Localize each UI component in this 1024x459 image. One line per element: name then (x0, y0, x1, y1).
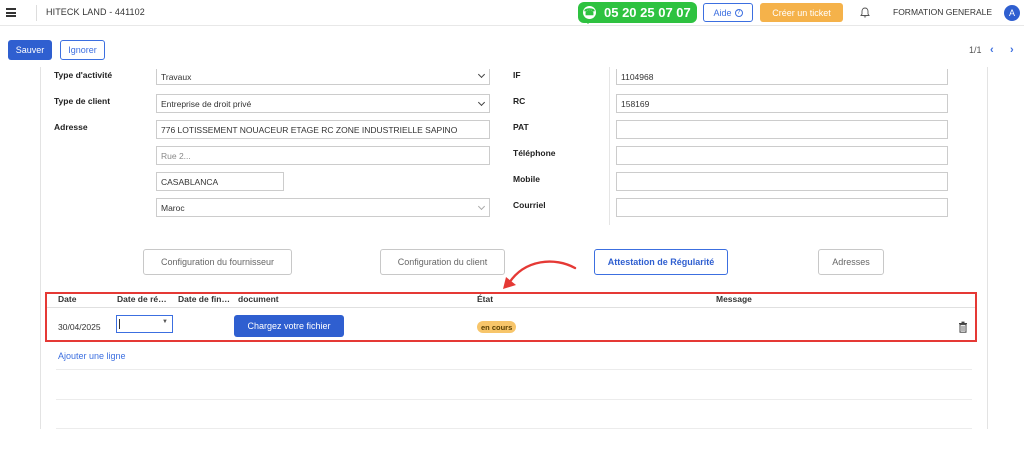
user-name[interactable]: FORMATION GENERALE (893, 7, 992, 17)
column-header-status[interactable]: État (477, 294, 493, 304)
row-divider (56, 428, 972, 429)
column-header-start-date[interactable]: Date de ré… (117, 294, 167, 304)
if-label: IF (513, 70, 521, 80)
text-cursor (119, 319, 120, 329)
tab-client-config[interactable]: Configuration du client (380, 249, 505, 275)
support-phone-badge[interactable]: ☎ 05 20 25 07 07 (578, 2, 697, 23)
row-divider (56, 399, 972, 400)
pat-label: PAT (513, 122, 529, 132)
status-badge: en cours (477, 321, 517, 333)
rc-input[interactable]: 158169 (616, 94, 948, 113)
chevron-down-icon (477, 202, 486, 211)
activity-type-label: Type d'activité (54, 70, 113, 80)
dropdown-arrow-icon: ▼ (162, 319, 168, 325)
client-type-value: Entreprise de droit privé (161, 98, 252, 109)
company-name[interactable]: HITECK LAND - 441102 (46, 7, 145, 17)
ignore-button[interactable]: Ignorer (60, 40, 105, 60)
header-divider (47, 307, 975, 308)
action-bar: Sauver Ignorer 1/1 ‹ › (0, 27, 1024, 67)
mobile-label: Mobile (513, 174, 540, 184)
tab-supplier-config[interactable]: Configuration du fournisseur (143, 249, 292, 275)
upload-file-button[interactable]: Chargez votre fichier (234, 315, 344, 337)
column-header-end-date[interactable]: Date de fin… (178, 294, 230, 304)
address-line1-input[interactable]: 776 LOTISSEMENT NOUACEUR ETAGE RC ZONE I… (156, 120, 490, 139)
column-divider (609, 67, 610, 225)
email-label: Courriel (513, 200, 546, 210)
headset-icon: ☎ (583, 6, 596, 19)
chevron-down-icon (477, 98, 486, 107)
top-bar: HITECK LAND - 441102 ☎ 05 20 25 07 07 Ai… (0, 0, 1024, 26)
chevron-right-icon[interactable]: › (1010, 44, 1014, 56)
pat-input[interactable] (616, 120, 948, 139)
row-date[interactable]: 30/04/2025 (58, 322, 101, 332)
activity-type-value: Travaux (161, 71, 192, 82)
start-date-input[interactable]: ▼ (116, 315, 173, 333)
country-select[interactable]: Maroc (156, 198, 490, 217)
address-label: Adresse (54, 122, 88, 132)
client-type-label: Type de client (54, 96, 111, 106)
column-header-date[interactable]: Date (58, 294, 76, 304)
column-header-message[interactable]: Message (716, 294, 752, 304)
help-button-label: Aide (713, 7, 732, 18)
add-line-link[interactable]: Ajouter une ligne (58, 351, 126, 361)
chevron-left-icon[interactable]: ‹ (990, 44, 994, 56)
user-avatar[interactable]: A (1004, 5, 1020, 21)
phone-input[interactable] (616, 146, 948, 165)
help-button[interactable]: Aide ? (703, 3, 753, 22)
divider (36, 5, 37, 21)
chevron-down-icon (477, 70, 486, 79)
tab-regularity-certificate[interactable]: Attestation de Régularité (594, 249, 728, 275)
row-divider (56, 369, 972, 370)
mobile-input[interactable] (616, 172, 948, 191)
tab-addresses[interactable]: Adresses (818, 249, 884, 275)
create-ticket-button[interactable]: Créer un ticket (760, 3, 843, 22)
trash-icon[interactable] (958, 321, 968, 333)
bell-icon[interactable] (860, 7, 870, 21)
phone-label: Téléphone (513, 148, 556, 158)
if-input[interactable]: 1104968 (616, 69, 948, 85)
column-header-document[interactable]: document (238, 294, 279, 304)
client-type-select[interactable]: Entreprise de droit privé (156, 94, 490, 113)
save-button[interactable]: Sauver (8, 40, 52, 60)
rc-label: RC (513, 96, 526, 106)
city-input[interactable]: CASABLANCA (156, 172, 284, 191)
question-icon: ? (734, 8, 743, 17)
activity-type-select[interactable]: Travaux (156, 69, 490, 85)
pager-count: 1/1 (969, 45, 982, 55)
menu-icon[interactable] (6, 8, 16, 17)
address-line2-input[interactable]: Rue 2... (156, 146, 490, 165)
email-input[interactable] (616, 198, 948, 217)
country-value: Maroc (161, 202, 185, 213)
support-phone-number: 05 20 25 07 07 (604, 5, 691, 20)
phone-badge-tail (583, 19, 593, 24)
annotation-arrow-icon (503, 260, 577, 289)
